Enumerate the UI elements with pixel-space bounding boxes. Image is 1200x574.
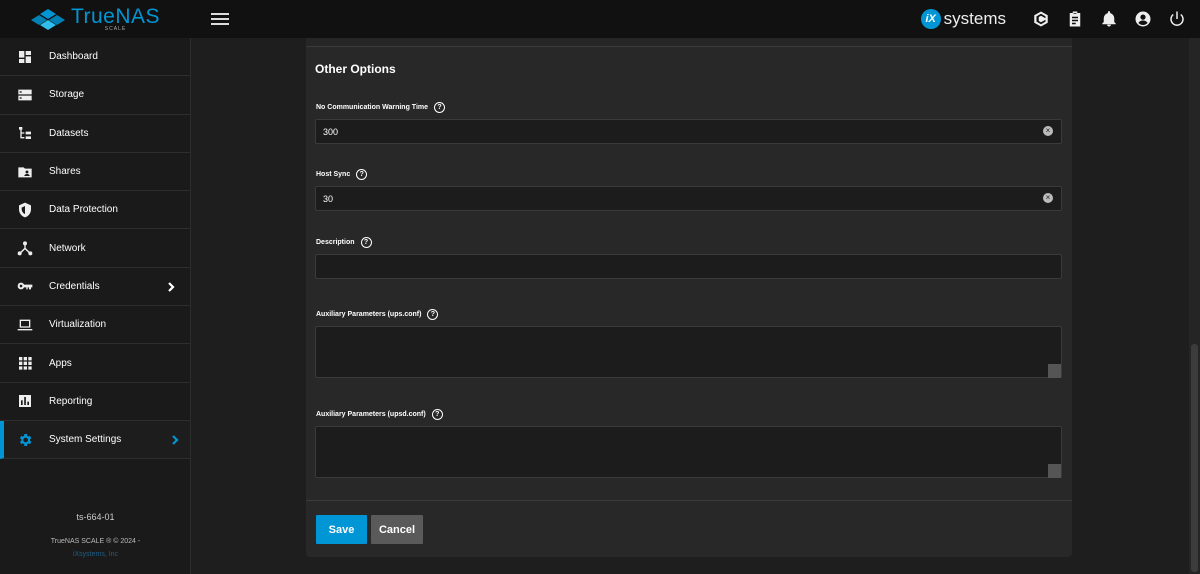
sidebar-item-data-protection[interactable]: Data Protection bbox=[0, 191, 190, 230]
help-icon[interactable]: ? bbox=[356, 169, 368, 180]
storage-icon bbox=[16, 86, 34, 104]
sidebar-item-virtualization[interactable]: Virtualization bbox=[0, 306, 190, 345]
sidebar-item-label: Apps bbox=[49, 357, 72, 369]
description-label: Description ? bbox=[316, 237, 372, 248]
field-label-text: Description bbox=[316, 239, 355, 246]
sidebar-item-label: Datasets bbox=[49, 127, 89, 139]
sidebar-item-label: Virtualization bbox=[49, 319, 107, 331]
hostname: ts-664-01 bbox=[76, 512, 115, 522]
sidebar-item-label: Network bbox=[49, 242, 86, 254]
divider bbox=[306, 500, 1072, 501]
sidebar-item-label: Shares bbox=[49, 166, 81, 178]
host-sync-label: Host Sync ? bbox=[316, 169, 368, 180]
account-icon[interactable] bbox=[1126, 0, 1160, 38]
field-label-text: Auxiliary Parameters (ups.conf) bbox=[316, 311, 422, 318]
brand-name: TrueNAS bbox=[70, 5, 161, 28]
sidebar-footer: ts-664-01 TrueNAS SCALE ® © 2024 - iXsys… bbox=[0, 512, 191, 561]
ix-wordmark: systems bbox=[943, 9, 1006, 28]
ixsystems-logo[interactable]: iX systems bbox=[920, 9, 1006, 29]
cancel-button[interactable]: Cancel bbox=[371, 515, 423, 544]
chart-icon bbox=[16, 392, 34, 410]
key-icon bbox=[16, 277, 34, 295]
shares-icon bbox=[16, 163, 34, 181]
section-title: Other Options bbox=[315, 62, 396, 76]
help-icon[interactable]: ? bbox=[427, 309, 439, 320]
chevron-right-icon bbox=[169, 433, 181, 445]
aux-upsd-textarea[interactable] bbox=[315, 426, 1062, 478]
help-icon[interactable]: ? bbox=[434, 102, 446, 113]
truenas-logo[interactable]: TrueNAS SCALE bbox=[0, 0, 191, 38]
sidebar-item-datasets[interactable]: Datasets bbox=[0, 115, 190, 153]
sidebar-item-storage[interactable]: Storage bbox=[0, 76, 190, 115]
top-bar: TrueNAS SCALE iX systems bbox=[0, 0, 1200, 38]
sidebar-item-label: Storage bbox=[49, 89, 85, 101]
bell-icon[interactable] bbox=[1092, 0, 1126, 38]
truecommand-icon[interactable] bbox=[1024, 0, 1058, 38]
resize-handle[interactable] bbox=[1048, 364, 1061, 378]
ix-badge: iX bbox=[920, 9, 941, 29]
sidebar: Dashboard Storage Datasets Shares Data P… bbox=[0, 38, 191, 574]
clear-icon[interactable]: × bbox=[1043, 126, 1053, 136]
copyright-text: TrueNAS SCALE ® © 2024 - bbox=[50, 538, 141, 545]
aux-upsd-label: Auxiliary Parameters (upsd.conf) ? bbox=[316, 409, 443, 420]
resize-handle[interactable] bbox=[1048, 464, 1061, 478]
truenas-logo-icon bbox=[30, 9, 65, 30]
shield-icon bbox=[16, 201, 34, 219]
help-icon[interactable]: ? bbox=[360, 237, 372, 248]
sidebar-item-shares[interactable]: Shares bbox=[0, 153, 190, 192]
page-scrollbar[interactable] bbox=[1189, 38, 1200, 574]
clear-icon[interactable]: × bbox=[1043, 193, 1053, 203]
ups-form-panel: Other Options No Communication Warning T… bbox=[306, 38, 1072, 557]
dashboard-icon bbox=[16, 48, 34, 66]
panel-top-edge bbox=[306, 38, 1072, 47]
gear-icon bbox=[16, 431, 34, 449]
company-link[interactable]: iXsystems, Inc bbox=[0, 548, 191, 561]
field-label-text: Auxiliary Parameters (upsd.conf) bbox=[316, 411, 426, 418]
sidebar-item-label: Data Protection bbox=[49, 204, 118, 216]
clipboard-icon[interactable] bbox=[1058, 0, 1092, 38]
sidebar-item-reporting[interactable]: Reporting bbox=[0, 383, 190, 421]
aux-ups-textarea[interactable] bbox=[315, 326, 1062, 378]
aux-ups-label: Auxiliary Parameters (ups.conf) ? bbox=[316, 309, 439, 320]
description-input[interactable] bbox=[315, 254, 1062, 279]
power-icon[interactable] bbox=[1160, 0, 1194, 38]
sidebar-item-credentials[interactable]: Credentials bbox=[0, 268, 190, 307]
save-button[interactable]: Save bbox=[316, 515, 367, 544]
no-comm-warning-label: No Communication Warning Time ? bbox=[316, 102, 446, 113]
sidebar-item-label: Reporting bbox=[49, 395, 93, 407]
brand-edition: SCALE bbox=[104, 26, 127, 32]
laptop-icon bbox=[16, 316, 34, 334]
chevron-right-icon bbox=[165, 280, 177, 292]
sidebar-item-label: Credentials bbox=[49, 280, 100, 292]
field-label-text: Host Sync bbox=[316, 171, 351, 178]
scrollbar-thumb[interactable] bbox=[1191, 344, 1198, 572]
apps-grid-icon bbox=[16, 354, 34, 372]
sidebar-item-dashboard[interactable]: Dashboard bbox=[0, 38, 190, 77]
sidebar-item-label: Dashboard bbox=[49, 51, 98, 63]
help-icon[interactable]: ? bbox=[431, 409, 443, 420]
sidebar-item-label: System Settings bbox=[49, 434, 122, 446]
no-comm-warning-input[interactable] bbox=[315, 119, 1062, 144]
sidebar-item-apps[interactable]: Apps bbox=[0, 344, 190, 383]
field-label-text: No Communication Warning Time bbox=[316, 104, 429, 111]
host-sync-input[interactable] bbox=[315, 186, 1062, 211]
network-icon bbox=[16, 239, 34, 257]
sidebar-item-network[interactable]: Network bbox=[0, 229, 190, 268]
hamburger-icon[interactable] bbox=[211, 11, 229, 27]
datasets-icon bbox=[16, 124, 34, 142]
sidebar-item-system-settings[interactable]: System Settings bbox=[0, 420, 190, 460]
